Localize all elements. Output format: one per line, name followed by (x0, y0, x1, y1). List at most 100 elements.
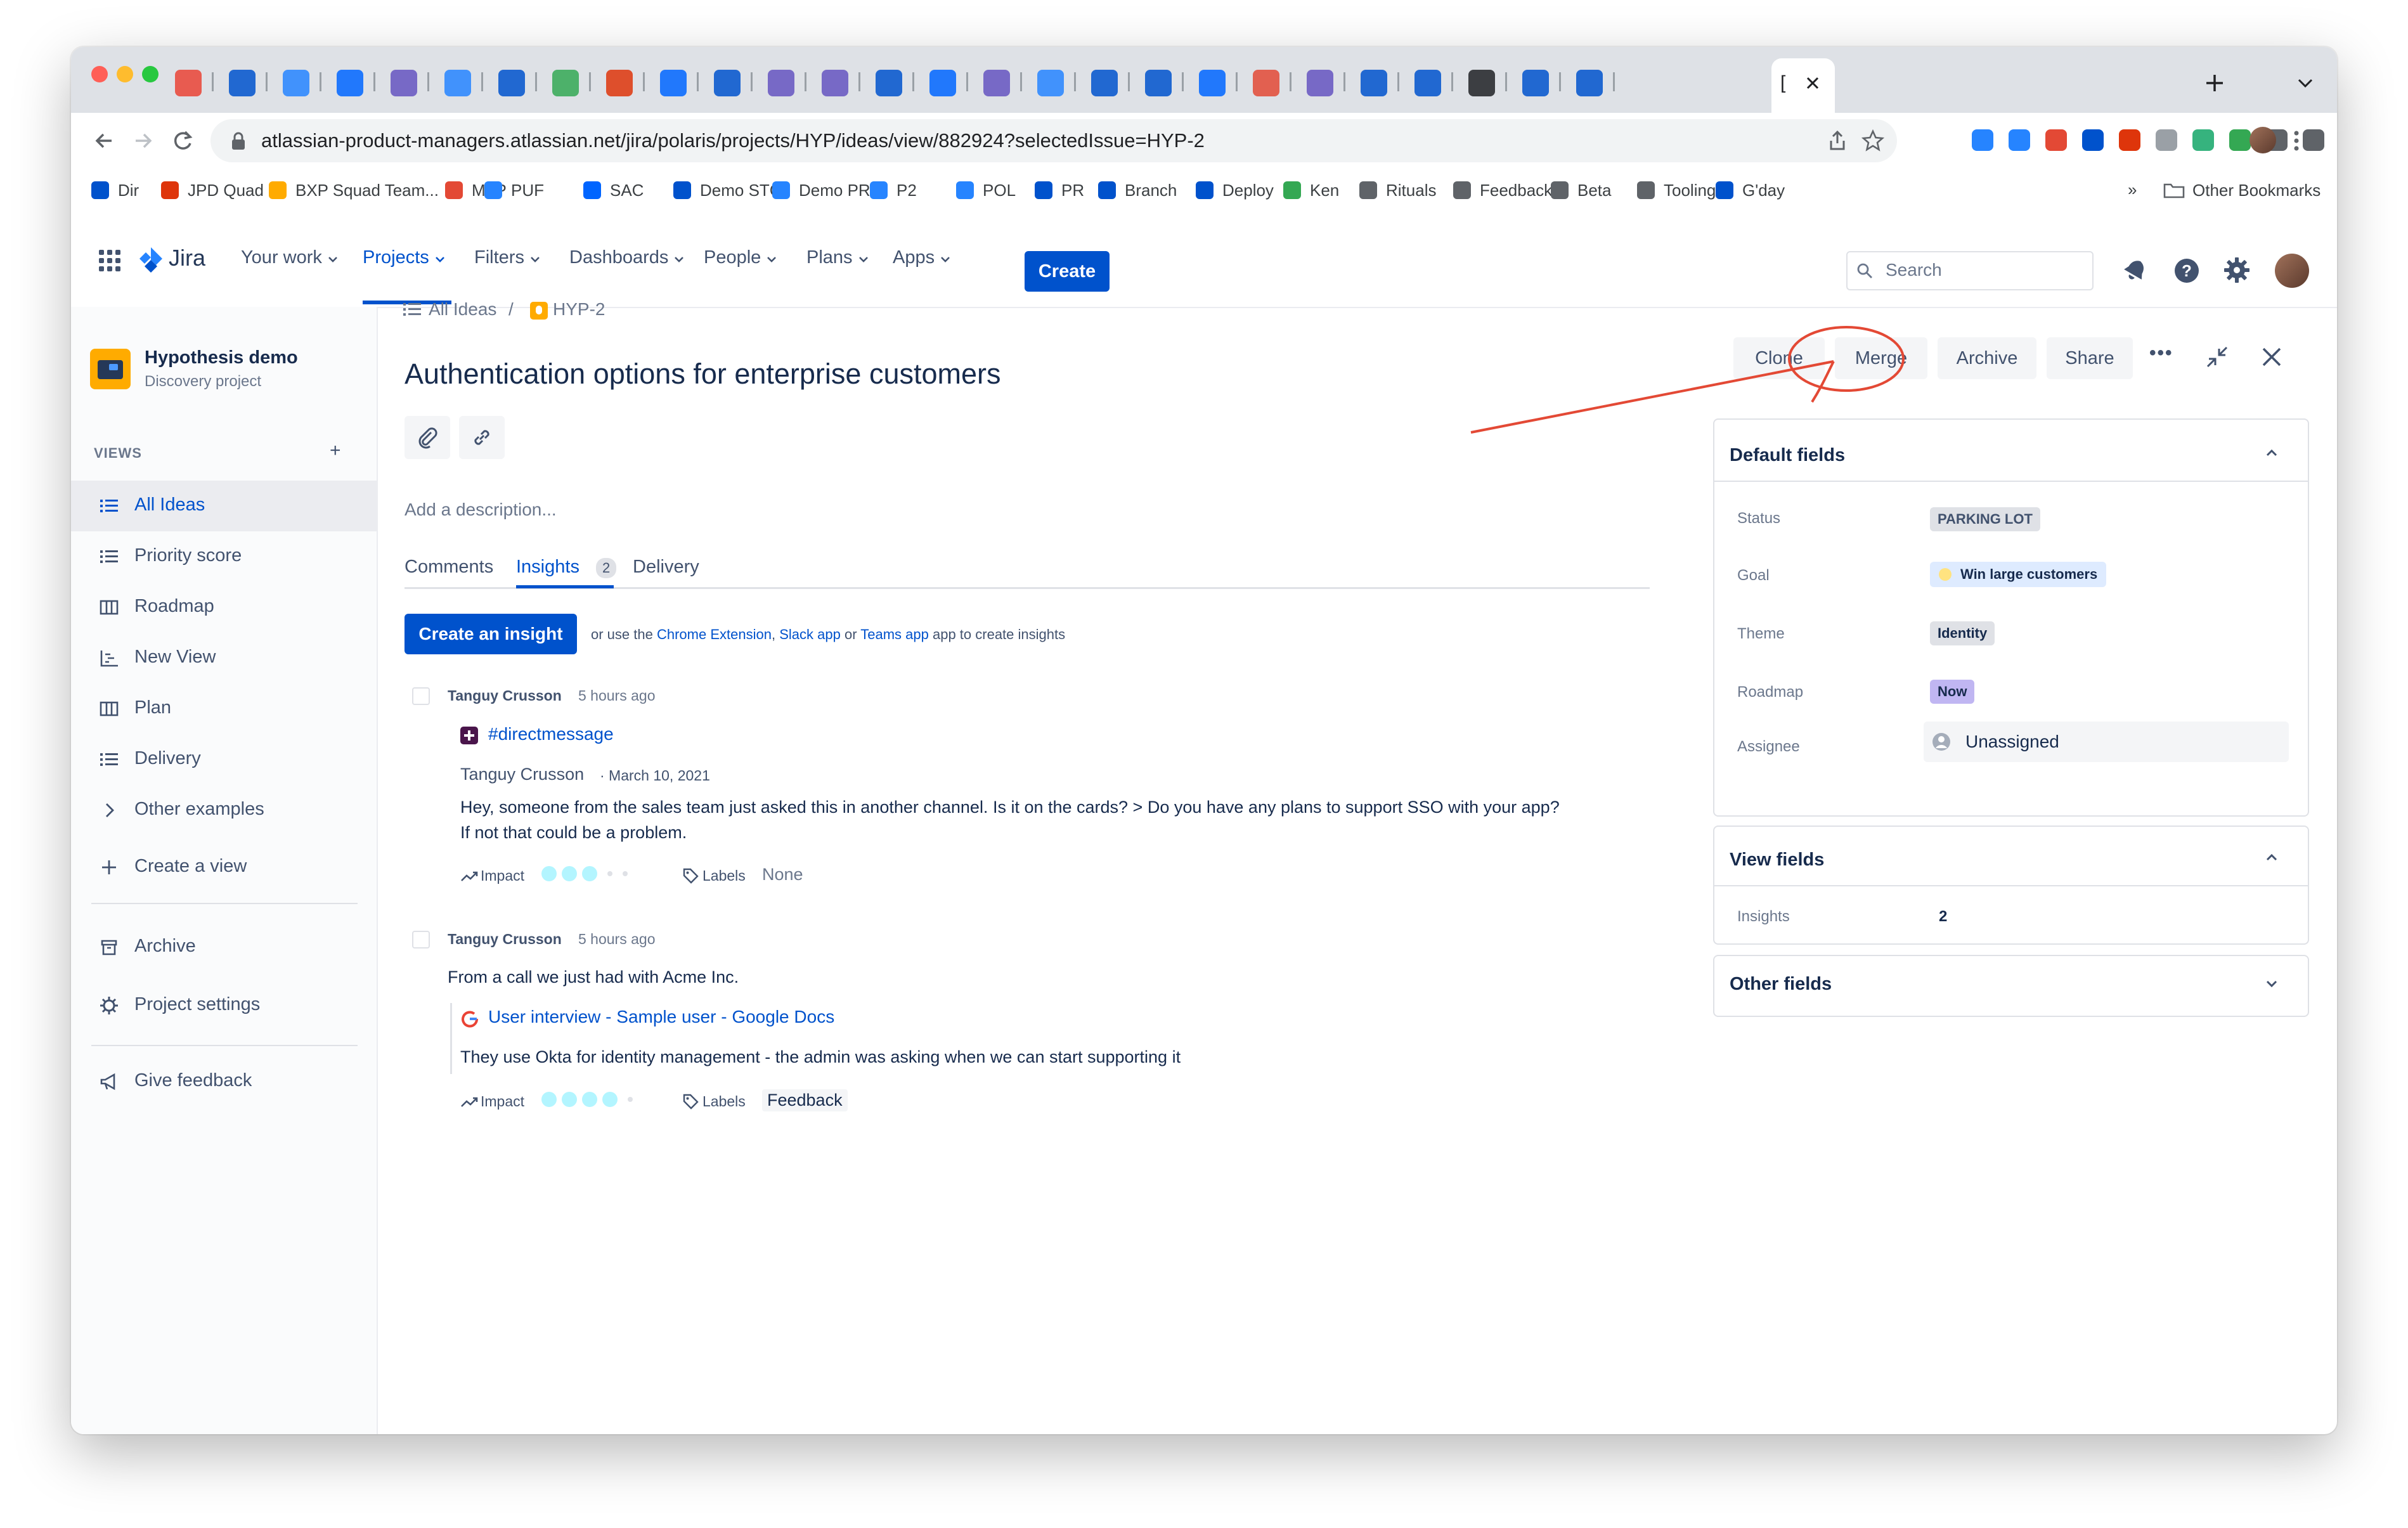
sidebar-item-create-a-view[interactable]: Create a view (71, 842, 377, 893)
default-fields-header[interactable]: Default fields (1730, 445, 1845, 466)
sidebar-item-new-view[interactable]: New View (71, 633, 377, 683)
sidebar-item-archive[interactable]: Archive (71, 922, 377, 973)
browser-extension-icon[interactable] (2156, 129, 2177, 151)
browser-tab-favicon-icon[interactable] (1414, 70, 1441, 96)
other-bookmarks[interactable]: Other Bookmarks (2163, 178, 2321, 203)
chevron-up-icon[interactable] (2265, 448, 2279, 458)
bookmark-item[interactable]: Demo PRD (772, 178, 882, 203)
forward-arrow-icon[interactable] (131, 128, 156, 153)
browser-tab-favicon-icon[interactable] (714, 70, 741, 96)
minimize-window-icon[interactable] (117, 66, 133, 82)
breadcrumb-all-ideas[interactable]: All Ideas (429, 299, 496, 320)
merge-button[interactable]: Merge (1835, 337, 1927, 379)
create-insight-button[interactable]: Create an insight (405, 614, 577, 654)
browser-tab-favicon-icon[interactable] (929, 70, 956, 96)
more-actions-icon[interactable]: ••• (2149, 342, 2173, 364)
bookmark-item[interactable]: G'day (1716, 178, 1785, 203)
browser-tab-favicon-icon[interactable] (822, 70, 848, 96)
nav-dashboards[interactable]: Dashboards (569, 247, 685, 268)
sidebar-item-delivery[interactable]: Delivery (71, 734, 377, 785)
nav-projects[interactable]: Projects (363, 247, 446, 268)
browser-tab-favicon-icon[interactable] (1253, 70, 1279, 96)
user-avatar[interactable] (2275, 254, 2309, 288)
nav-apps[interactable]: Apps (893, 247, 951, 268)
nav-people[interactable]: People (704, 247, 777, 268)
browser-tab-favicon-icon[interactable] (175, 70, 202, 96)
browser-extension-icon[interactable] (2303, 129, 2324, 151)
browser-profile-avatar[interactable] (2249, 127, 2276, 153)
bookmark-item[interactable]: BXP Squad Team... (269, 178, 439, 203)
chevron-down-icon[interactable] (2265, 979, 2279, 989)
browser-tab-favicon-icon[interactable] (444, 70, 471, 96)
insight-checkbox[interactable] (412, 687, 430, 705)
bookmark-item[interactable]: Tooling (1637, 178, 1716, 203)
back-arrow-icon[interactable] (91, 128, 117, 153)
goal-badge[interactable]: Win large customers (1930, 562, 2107, 587)
bookmark-item[interactable]: Dir (91, 178, 139, 203)
browser-extension-icon[interactable] (2229, 129, 2251, 151)
app-switcher-icon[interactable] (99, 250, 120, 271)
browser-tab-favicon-icon[interactable] (660, 70, 687, 96)
nav-plans[interactable]: Plans (806, 247, 869, 268)
close-icon[interactable] (2261, 346, 2282, 368)
browser-tab-favicon-icon[interactable] (1091, 70, 1118, 96)
browser-tab-favicon-icon[interactable] (1468, 70, 1495, 96)
bookmark-item[interactable]: PUF (484, 178, 544, 203)
archive-button[interactable]: Archive (1938, 337, 2036, 379)
browser-tab-favicon-icon[interactable] (498, 70, 525, 96)
create-button[interactable]: Create (1025, 251, 1110, 292)
insight-source-link[interactable]: #directmessage (488, 724, 614, 744)
browser-tab-favicon-icon[interactable] (1199, 70, 1226, 96)
browser-extension-icon[interactable] (2045, 129, 2067, 151)
link-button[interactable] (459, 416, 505, 459)
attach-button[interactable] (405, 416, 450, 459)
labels-value[interactable]: None (762, 865, 803, 884)
bookmark-item[interactable]: P2 (870, 178, 917, 203)
new-tab-icon[interactable] (2204, 72, 2225, 94)
collapse-icon[interactable] (2205, 345, 2229, 369)
help-icon[interactable]: ? (2173, 257, 2200, 284)
chevron-down-icon[interactable] (2296, 76, 2314, 90)
bookmark-item[interactable]: JPD Quad (161, 178, 264, 203)
browser-tab-favicon-icon[interactable] (552, 70, 579, 96)
browser-tab-favicon-icon[interactable] (229, 70, 256, 96)
view-fields-header[interactable]: View fields (1730, 850, 1824, 871)
bookmark-item[interactable]: Ken (1283, 178, 1339, 203)
add-view-icon[interactable]: + (330, 440, 341, 462)
nav-your-work[interactable]: Your work (241, 247, 339, 268)
settings-gear-icon[interactable] (2223, 256, 2251, 284)
bookmark-item[interactable]: Rituals (1359, 178, 1436, 203)
jira-logo-text[interactable]: Jira (169, 245, 205, 271)
browser-tab-favicon-icon[interactable] (1576, 70, 1603, 96)
clone-button[interactable]: Clone (1733, 337, 1825, 379)
breadcrumb-issue-key[interactable]: HYP-2 (553, 299, 605, 320)
teams-app-link[interactable]: Teams app (860, 626, 929, 642)
share-page-icon[interactable] (1826, 129, 1849, 152)
more-bookmarks-chevron-icon[interactable]: » (2128, 180, 2137, 200)
slack-app-link[interactable]: Slack app (779, 626, 841, 642)
sidebar-item-plan[interactable]: Plan (71, 683, 377, 734)
issue-title[interactable]: Authentication options for enterprise cu… (405, 358, 1001, 391)
sidebar-item-give-feedback[interactable]: Give feedback (71, 1056, 377, 1107)
address-bar[interactable]: atlassian-product-managers.atlassian.net… (210, 119, 1897, 162)
google-doc-link[interactable]: User interview - Sample user - Google Do… (488, 1007, 834, 1027)
bookmark-item[interactable]: Feedback (1453, 178, 1552, 203)
bookmark-item[interactable]: SAC (583, 178, 644, 203)
browser-tab-favicon-icon[interactable] (1145, 70, 1172, 96)
sidebar-item-other-examples[interactable]: Other examples (71, 785, 377, 836)
insight-checkbox[interactable] (412, 931, 430, 949)
close-tab-icon[interactable] (1804, 75, 1821, 91)
browser-extension-icon[interactable] (2119, 129, 2140, 151)
browser-tab-favicon-icon[interactable] (1037, 70, 1064, 96)
browser-extension-icon[interactable] (2009, 129, 2030, 151)
close-window-icon[interactable] (91, 66, 108, 82)
status-badge[interactable]: PARKING LOT (1930, 507, 2040, 531)
other-fields-header[interactable]: Other fields (1730, 974, 1832, 995)
browser-extension-icon[interactable] (2082, 129, 2104, 151)
sidebar-item-all-ideas[interactable]: All Ideas (71, 481, 377, 531)
impact-rating[interactable] (541, 1092, 638, 1107)
chrome-extension-link[interactable]: Chrome Extension (657, 626, 772, 642)
tab-comments[interactable]: Comments (405, 557, 493, 578)
browser-extension-icon[interactable] (1972, 129, 1993, 151)
project-name[interactable]: Hypothesis demo (145, 347, 298, 368)
